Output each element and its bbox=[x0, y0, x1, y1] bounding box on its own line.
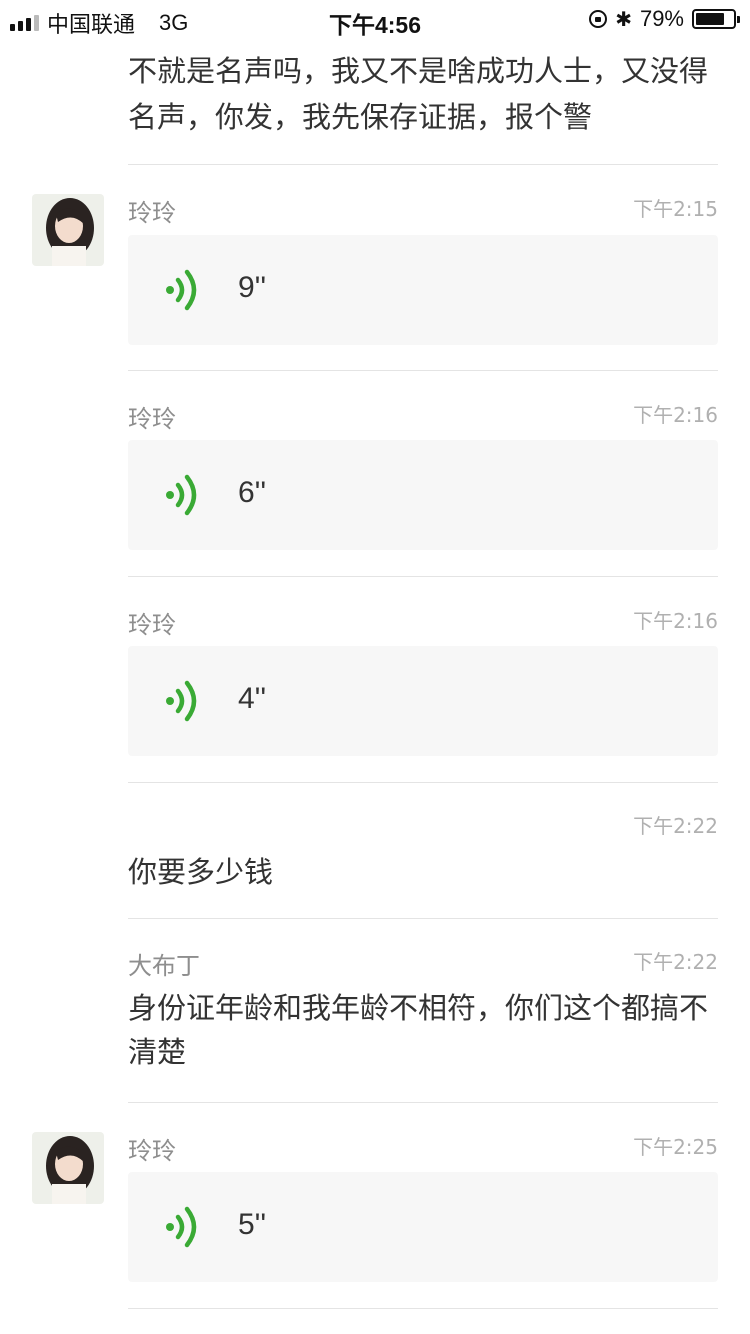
voice-duration: 9'' bbox=[238, 271, 267, 304]
voice-duration: 4'' bbox=[238, 682, 267, 715]
message-time: 下午2:22 bbox=[633, 814, 718, 838]
voice-wave-icon bbox=[166, 474, 197, 516]
divider bbox=[128, 370, 718, 371]
divider bbox=[128, 1102, 718, 1103]
message-time: 下午2:15 bbox=[633, 197, 718, 221]
message-time: 下午2:16 bbox=[633, 609, 718, 633]
message-time: 下午2:25 bbox=[633, 1135, 718, 1159]
message-time: 下午2:22 bbox=[633, 950, 718, 974]
voice-message[interactable]: 4'' bbox=[128, 646, 718, 756]
status-right: ✱ 79% bbox=[589, 6, 740, 32]
battery-level bbox=[696, 13, 725, 25]
divider bbox=[128, 782, 718, 783]
chat-screen: 中国联通 3G 下午4:56 ✱ 79% 不就是名声吗，我又不是啥成功人士，又没… bbox=[0, 0, 750, 1334]
avatar[interactable] bbox=[32, 194, 104, 266]
voice-message[interactable]: 6'' bbox=[128, 440, 718, 550]
voice-message[interactable]: 9'' bbox=[128, 235, 718, 345]
sender-name: 大布丁 bbox=[128, 952, 200, 980]
battery-percent: 79% bbox=[639, 6, 684, 31]
voice-wave-icon bbox=[166, 680, 197, 722]
status-bar: 中国联通 3G 下午4:56 ✱ 79% bbox=[0, 0, 750, 40]
voice-wave-icon bbox=[166, 1206, 197, 1248]
message-time: 下午2:16 bbox=[633, 403, 718, 427]
divider bbox=[128, 576, 718, 577]
bluetooth-icon: ✱ bbox=[615, 8, 632, 31]
divider bbox=[128, 918, 718, 919]
sender-name: 玲玲 bbox=[128, 611, 176, 639]
divider bbox=[128, 1308, 718, 1309]
voice-wave-icon bbox=[166, 269, 197, 311]
message-text[interactable]: 身份证年龄和我年龄不相符，你们这个都搞不清楚 bbox=[128, 986, 718, 1074]
sender-name: 玲玲 bbox=[128, 1137, 176, 1165]
rotation-lock-icon bbox=[589, 10, 608, 28]
sender-name: 玲玲 bbox=[128, 405, 176, 433]
message-text[interactable]: 不就是名声吗，我又不是啥成功人士，又没得名声，你发，我先保存证据，报个警 bbox=[128, 48, 718, 140]
battery-icon bbox=[692, 9, 740, 29]
voice-duration: 5'' bbox=[238, 1208, 267, 1241]
message-text[interactable]: 你要多少钱 bbox=[128, 850, 718, 894]
divider bbox=[128, 164, 718, 165]
sender-name: 玲玲 bbox=[128, 199, 176, 227]
avatar[interactable] bbox=[32, 1132, 104, 1204]
voice-message[interactable]: 5'' bbox=[128, 1172, 718, 1282]
voice-duration: 6'' bbox=[238, 476, 267, 509]
